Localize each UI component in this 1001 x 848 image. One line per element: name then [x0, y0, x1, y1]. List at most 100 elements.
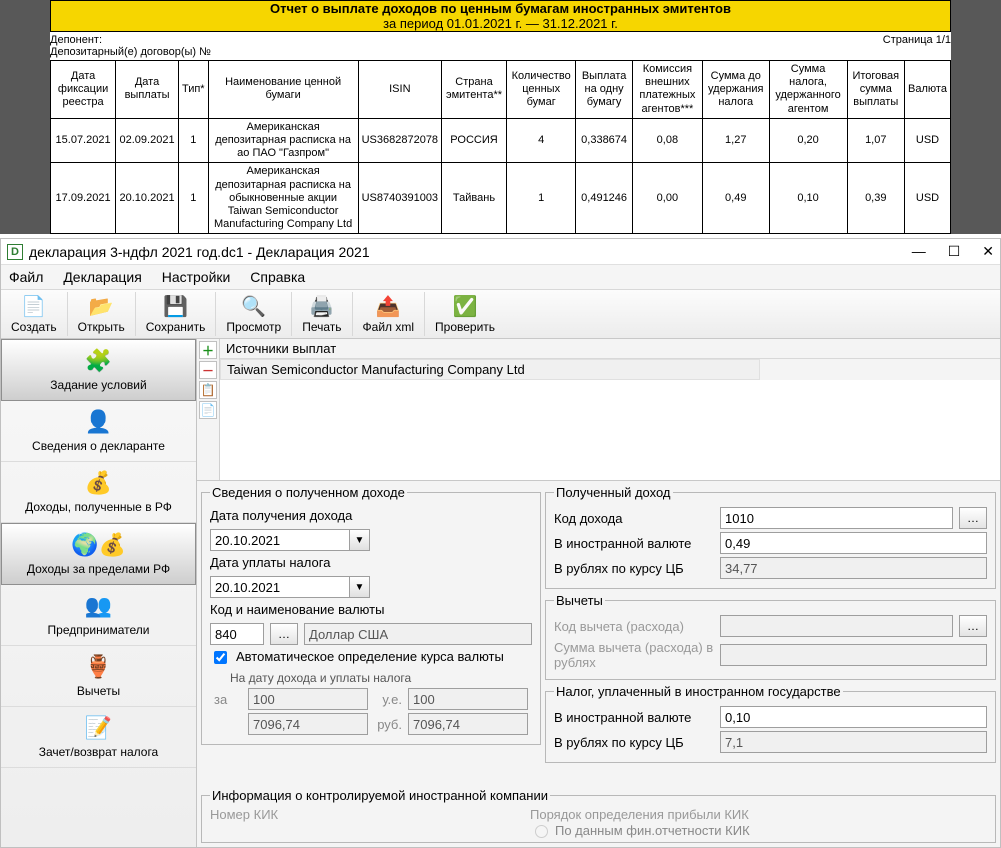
- main-pane: ＋ － 📋 📄 Источники выплат Taiwan Semicond…: [197, 339, 1000, 847]
- foreign-tax-legend: Налог, уплаченный в иностранном государс…: [554, 684, 843, 699]
- deduction-code-input: [720, 615, 953, 637]
- sidebar-income-rf[interactable]: 💰Доходы, полученные в РФ: [1, 462, 196, 523]
- income-code-lookup-button[interactable]: …: [959, 507, 987, 529]
- tax-fc-label: В иностранной валюте: [554, 710, 714, 725]
- income-fc-label: В иностранной валюте: [554, 536, 714, 551]
- check-icon: ✅: [453, 294, 478, 318]
- deductions-icon: 🏺: [85, 652, 112, 682]
- income-code-label: Код дохода: [554, 511, 714, 526]
- edit-source-button[interactable]: 📄: [199, 401, 217, 419]
- date-tax-input[interactable]: [210, 576, 350, 598]
- deponent-label: Депонент:: [50, 34, 211, 46]
- auto-rate-checkbox[interactable]: [214, 651, 227, 664]
- sidebar-declarant[interactable]: 👤Сведения о декларанте: [1, 401, 196, 462]
- col-security-name: Наименование ценной бумаги: [208, 61, 358, 119]
- currency-lookup-button[interactable]: …: [270, 623, 298, 645]
- col-fix-date: Дата фиксации реестра: [51, 61, 116, 119]
- col-type: Тип*: [178, 61, 208, 119]
- col-commission: Комиссия внешних платежных агентов***: [632, 61, 702, 119]
- toolbar: 📄Создать 📂Открыть 💾Сохранить 🔍Просмотр 🖨…: [1, 290, 1000, 339]
- foreign-tax-group: Налог, уплаченный в иностранном государс…: [545, 684, 996, 763]
- date-tax-dropdown-icon[interactable]: ▼: [350, 576, 370, 598]
- income-fc-input[interactable]: [720, 532, 987, 554]
- print-icon: 🖨️: [309, 294, 334, 318]
- tax-fc-input[interactable]: [720, 706, 987, 728]
- report-meta: Депонент: Депозитарный(е) договор(ы) № С…: [50, 32, 951, 60]
- report-page-number: Страница 1/1: [883, 34, 951, 58]
- open-icon: 📂: [89, 294, 114, 318]
- entrepreneur-icon: 👥: [85, 591, 112, 621]
- deduction-lookup-button[interactable]: …: [959, 615, 987, 637]
- menu-file[interactable]: Файл: [9, 269, 43, 285]
- menu-settings[interactable]: Настройки: [162, 269, 231, 285]
- rate-rub-label: руб.: [374, 717, 402, 732]
- remove-source-button[interactable]: －: [199, 361, 217, 379]
- income-info-legend: Сведения о полученном доходе: [210, 485, 407, 500]
- col-country: Страна эмитента**: [442, 61, 507, 119]
- income-rf-icon: 💰: [85, 468, 112, 498]
- income-info-group: Сведения о полученном доходе Дата получе…: [201, 485, 541, 745]
- sidebar-income-foreign[interactable]: 🌍💰Доходы за пределами РФ: [1, 523, 196, 585]
- window-title: декларация 3-ндфл 2021 год.dc1 - Деклара…: [29, 244, 370, 260]
- col-final: Итоговая сумма выплаты: [847, 61, 904, 119]
- sources-area: ＋ － 📋 📄 Источники выплат Taiwan Semicond…: [197, 339, 1000, 481]
- minimize-button[interactable]: —: [912, 243, 926, 260]
- preview-icon: 🔍: [241, 294, 266, 318]
- titlebar[interactable]: D декларация 3-ндфл 2021 год.dc1 - Декла…: [1, 239, 1000, 265]
- app-icon: D: [7, 244, 23, 260]
- sidebar-entrepreneur[interactable]: 👥Предприниматели: [1, 585, 196, 646]
- menu-declaration[interactable]: Декларация: [63, 269, 142, 285]
- toolbar-xml[interactable]: 📤Файл xml: [353, 292, 426, 336]
- col-pre-tax: Сумма до удержания налога: [702, 61, 769, 119]
- app-window: D декларация 3-ндфл 2021 год.dc1 - Декла…: [0, 238, 1001, 848]
- cik-group: Информация о контролируемой иностранной …: [201, 788, 996, 843]
- toolbar-validate[interactable]: ✅Проверить: [425, 292, 505, 336]
- report-title-2: за период 01.01.2021 г. — 31.12.2021 г.: [51, 16, 950, 31]
- date-income-input[interactable]: [210, 529, 350, 551]
- sidebar-refund[interactable]: 📝Зачет/возврат налога: [1, 707, 196, 768]
- copy-source-button[interactable]: 📋: [199, 381, 217, 399]
- toolbar-print[interactable]: 🖨️Печать: [292, 292, 352, 336]
- sources-empty-area: [220, 380, 1000, 480]
- deductions-legend: Вычеты: [554, 593, 605, 608]
- rate-base-b: [408, 688, 528, 710]
- backdrop: Отчет о выплате доходов по ценным бумага…: [0, 0, 1001, 234]
- report-header: Отчет о выплате доходов по ценным бумага…: [50, 0, 951, 32]
- toolbar-preview[interactable]: 🔍Просмотр: [216, 292, 292, 336]
- col-withheld: Сумма налога, удержанного агентом: [769, 61, 847, 119]
- body: 🧩Задание условий 👤Сведения о декларанте …: [1, 339, 1000, 847]
- currency-label: Код и наименование валюты: [210, 602, 384, 617]
- refund-icon: 📝: [85, 713, 112, 743]
- rate-ue-label: у.е.: [374, 692, 402, 707]
- deduction-sum-input: [720, 644, 987, 666]
- report-row: 17.09.2021 20.10.2021 1 Американская деп…: [51, 163, 951, 234]
- col-qty: Количество ценных бумаг: [506, 61, 575, 119]
- toolbar-open[interactable]: 📂Открыть: [68, 292, 136, 336]
- toolbar-create[interactable]: 📄Создать: [1, 292, 68, 336]
- col-pay-date: Дата выплаты: [116, 61, 179, 119]
- right-column: Полученный доход Код дохода … В иностран…: [545, 485, 996, 784]
- maximize-button[interactable]: ☐: [948, 243, 961, 260]
- menubar: Файл Декларация Настройки Справка: [1, 265, 1000, 290]
- form-area: Сведения о полученном доходе Дата получе…: [197, 481, 1000, 788]
- income-code-input[interactable]: [720, 507, 953, 529]
- deductions-group: Вычеты Код вычета (расхода) … Сумма выче…: [545, 593, 996, 680]
- contract-label: Депозитарный(е) договор(ы) №: [50, 46, 211, 58]
- add-source-button[interactable]: ＋: [199, 341, 217, 359]
- toolbar-save[interactable]: 💾Сохранить: [136, 292, 217, 336]
- close-button[interactable]: ✕: [982, 243, 994, 260]
- source-item[interactable]: Taiwan Semiconductor Manufacturing Compa…: [220, 359, 760, 380]
- sources-list-container: Источники выплат Taiwan Semiconductor Ma…: [220, 339, 1000, 480]
- cik-order-label: Порядок определения прибыли КИК: [530, 807, 750, 822]
- menu-help[interactable]: Справка: [250, 269, 305, 285]
- cik-legend: Информация о контролируемой иностранной …: [210, 788, 550, 803]
- col-currency: Валюта: [905, 61, 951, 119]
- report-title-1: Отчет о выплате доходов по ценным бумага…: [51, 1, 950, 16]
- sidebar-conditions[interactable]: 🧩Задание условий: [1, 339, 196, 401]
- currency-code-input[interactable]: [210, 623, 264, 645]
- income-rub-display: [720, 557, 987, 579]
- tax-rub-display: [720, 731, 987, 753]
- sidebar-deductions[interactable]: 🏺Вычеты: [1, 646, 196, 707]
- cik-number-label: Номер КИК: [210, 807, 510, 822]
- date-income-dropdown-icon[interactable]: ▼: [350, 529, 370, 551]
